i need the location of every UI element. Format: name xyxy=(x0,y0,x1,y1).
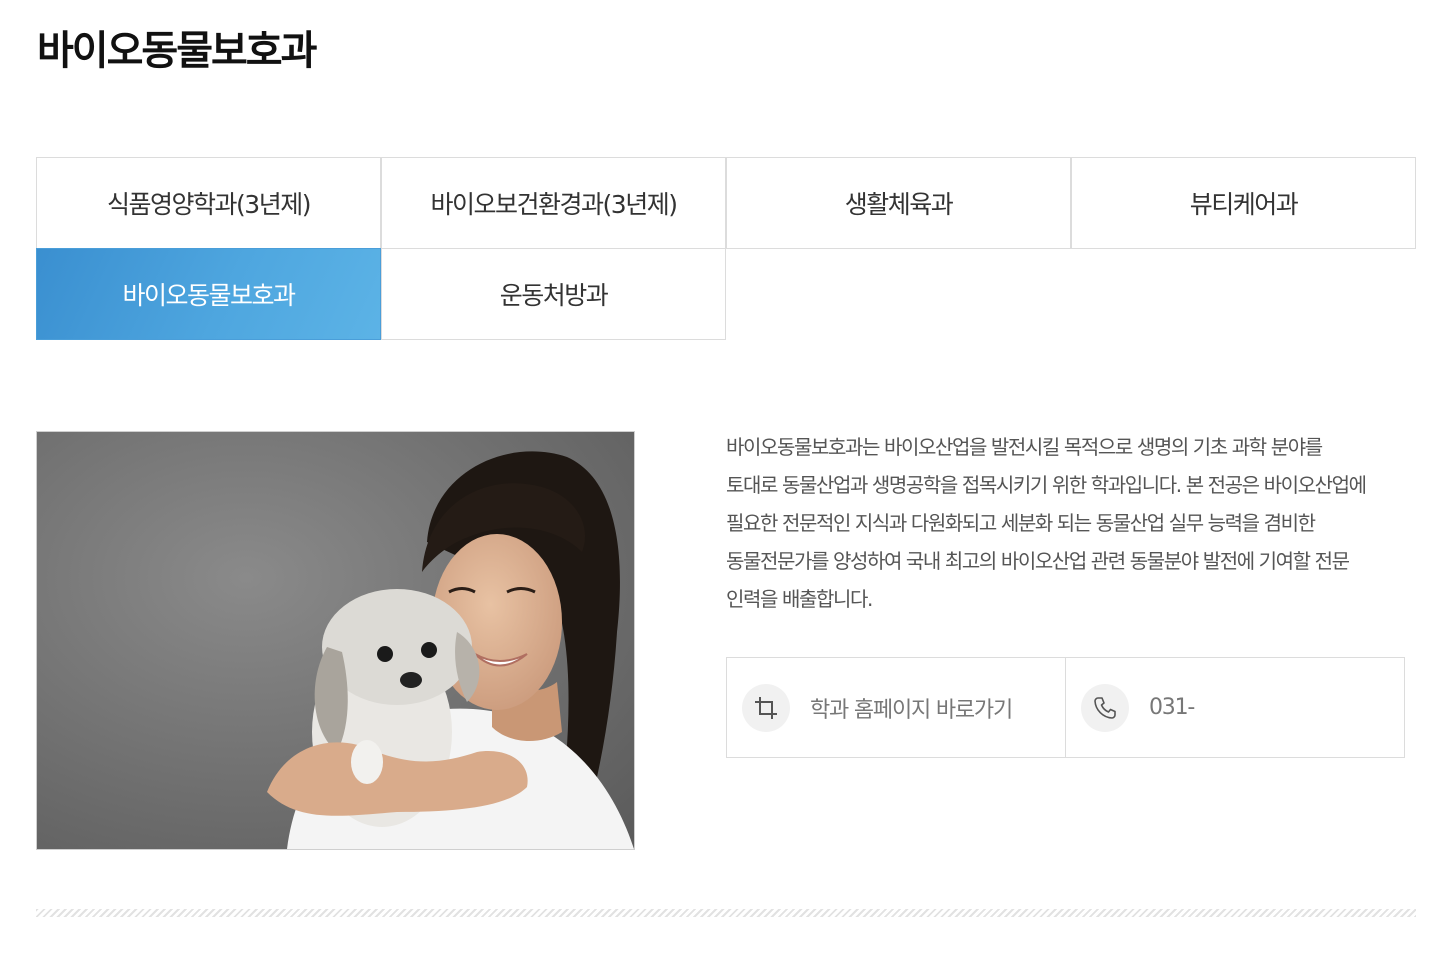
tab-exercise-prescription[interactable]: 운동처방과 xyxy=(381,248,726,340)
description-line: 바이오동물보호과는 바이오산업을 발전시킬 목적으로 생명의 기초 과학 분야를 xyxy=(726,435,1323,459)
description-line: 인력을 배출합니다. xyxy=(726,587,873,611)
phone-icon xyxy=(1081,683,1129,732)
crop-icon xyxy=(742,683,790,732)
department-photo xyxy=(36,431,635,850)
description-line: 토대로 동물산업과 생명공학을 접목시키기 위한 학과입니다. 본 전공은 바이… xyxy=(726,473,1367,497)
phone-link[interactable]: 031- xyxy=(1065,658,1404,757)
homepage-link[interactable]: 학과 홈페이지 바로가기 xyxy=(727,658,1065,757)
tab-beauty-care[interactable]: 뷰티케어과 xyxy=(1071,157,1416,249)
tab-sports[interactable]: 생활체육과 xyxy=(726,157,1071,249)
description-line: 동물전문가를 양성하여 국내 최고의 바이오산업 관련 동물분야 발전에 기여할… xyxy=(726,549,1350,573)
tab-bio-animal-protection[interactable]: 바이오동물보호과 xyxy=(36,248,381,340)
homepage-link-label: 학과 홈페이지 바로가기 xyxy=(810,697,1013,723)
description-line: 필요한 전문적인 지식과 다원화되고 세분화 되는 동물산업 실무 능력을 겸비… xyxy=(726,511,1316,535)
page-title: 바이오동물보호과 xyxy=(37,28,317,74)
section-divider xyxy=(36,909,1416,917)
phone-link-label: 031- xyxy=(1149,695,1195,720)
department-tabs: 식품영양학과(3년제) 바이오보건환경과(3년제) 생활체육과 뷰티케어과 바이… xyxy=(36,157,1416,340)
department-description: 바이오동물보호과는 바이오산업을 발전시킬 목적으로 생명의 기초 과학 분야를… xyxy=(726,428,1426,618)
department-links: 학과 홈페이지 바로가기 031- xyxy=(726,657,1405,758)
tab-food-nutrition[interactable]: 식품영양학과(3년제) xyxy=(36,157,381,249)
tab-bio-health-environment[interactable]: 바이오보건환경과(3년제) xyxy=(381,157,726,249)
